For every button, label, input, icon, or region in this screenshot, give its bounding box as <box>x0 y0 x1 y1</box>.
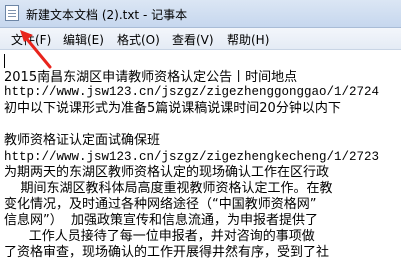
text-editor[interactable]: 2015南昌东湖区申请教师资格认定公告丨时间地点 http://www.jsw1… <box>0 50 401 266</box>
text-line: 变化情况，及时通过各种网络途径（“中国教师资格网” <box>4 197 317 212</box>
window-title: 新建文本文档 (2).txt - 记事本 <box>26 8 188 22</box>
menu-bar: 文件(F) 编辑(E) 格式(O) 查看(V) 帮助(H) <box>0 28 401 50</box>
text-line: 为期两天的东湖区教师资格认定的现场确认工作在区行政 <box>4 165 330 180</box>
notepad-icon <box>5 5 19 21</box>
text-line: http://www.jsw123.cn/jszgz/zigezhengkech… <box>4 150 380 164</box>
text-line: 工作人员接待了每一位申报者，并对咨询的事项做 <box>4 229 315 244</box>
text-line: 教师资格证认定面试确保班 <box>4 133 161 148</box>
text-line: 期间东湖区教科体局高度重视教师资格认定工作。在教 <box>4 181 333 196</box>
menu-help[interactable]: 帮助(H) <box>227 31 269 48</box>
text-caret <box>4 54 5 68</box>
menu-format[interactable]: 格式(O) <box>117 31 160 48</box>
text-line: 初中以下说课形式为准备5篇说课稿说课时间20分钟以内下 <box>4 101 341 116</box>
text-line: http://www.jsw123.cn/jszgz/zigezhenggong… <box>4 85 380 99</box>
menu-view[interactable]: 查看(V) <box>172 31 214 48</box>
menu-edit[interactable]: 编辑(E) <box>63 31 104 48</box>
text-line: 了资格审查，现场确认的工作开展得井然有序，受到了社 <box>4 245 330 260</box>
menu-file[interactable]: 文件(F) <box>11 31 51 48</box>
text-line: 信息网”） 加强政策宣传和信息流通，为申报者提供了 <box>4 213 318 228</box>
title-bar: 新建文本文档 (2).txt - 记事本 <box>0 0 401 28</box>
